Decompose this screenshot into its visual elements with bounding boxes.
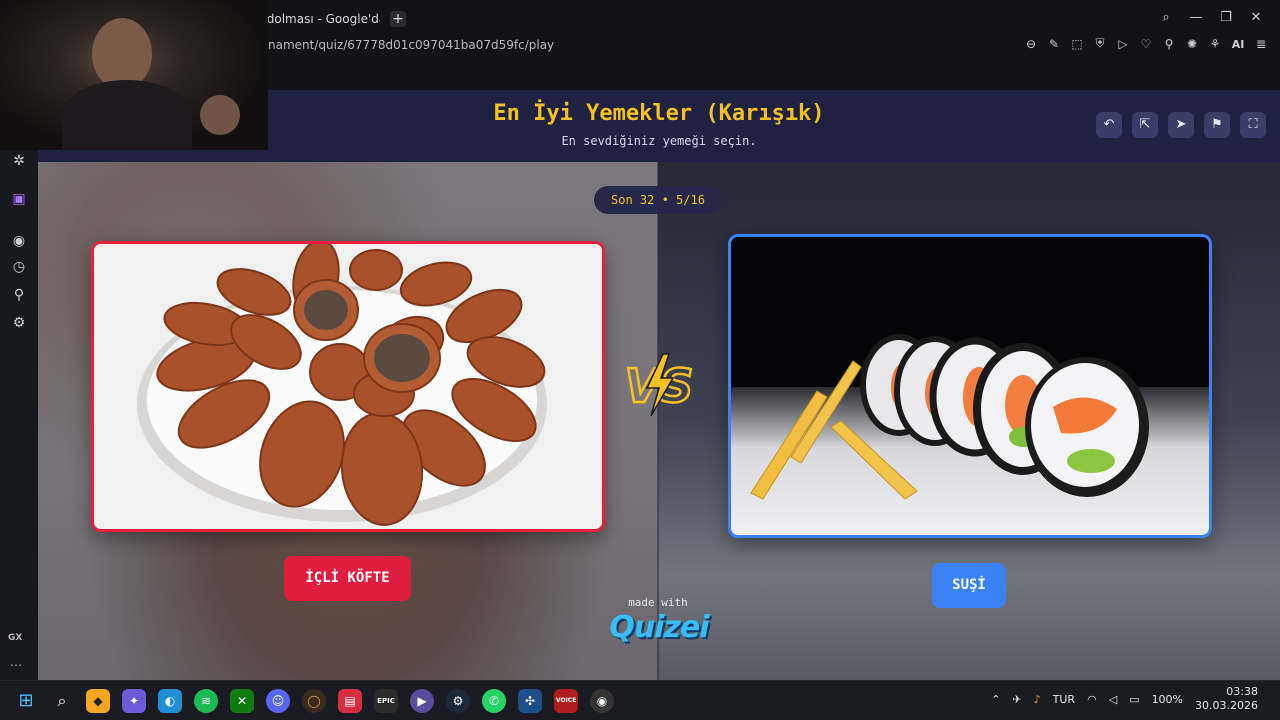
volume-icon[interactable]: ◁ <box>1109 693 1117 706</box>
sidebar-aria-icon[interactable]: ✲ <box>10 152 28 170</box>
os-taskbar: ⊞ ⌕ ◆ ✦ ◐ ≋ ✕ ☺ ◯ ▤ EPIC ▶ ⚙ ✆ ✣ VOICE ◉… <box>0 680 1280 720</box>
right-option-button[interactable]: SUŞİ <box>932 563 1006 608</box>
undo-button[interactable]: ↶ <box>1096 112 1122 138</box>
copilot-icon[interactable]: ✦ <box>122 689 146 713</box>
menu-icon[interactable]: ≣ <box>1254 37 1268 51</box>
language-indicator[interactable]: TUR <box>1053 693 1075 706</box>
fullscreen-button[interactable]: ⛶ <box>1240 112 1266 138</box>
media-player-icon[interactable]: ▶ <box>410 689 434 713</box>
made-with-label: made with <box>628 596 688 609</box>
minimize-icon[interactable]: — <box>1188 10 1204 25</box>
clock-date: 30.03.2026 <box>1195 699 1258 712</box>
obs-icon[interactable]: ◉ <box>590 689 614 713</box>
left-option-card[interactable] <box>91 241 605 532</box>
snapshot-icon[interactable]: ⬚ <box>1070 37 1084 51</box>
share-button[interactable]: ⇱ <box>1132 112 1158 138</box>
search-icon[interactable]: ⌕ <box>1158 10 1174 25</box>
sidebar-history-icon[interactable]: ◷ <box>10 258 28 276</box>
right-option-image <box>750 334 1149 500</box>
app-red-icon[interactable]: ▤ <box>338 689 362 713</box>
discord-icon[interactable]: ☺ <box>266 689 290 713</box>
new-tab-icon[interactable]: + <box>390 11 406 27</box>
sparkle-icon[interactable]: ✺ <box>1185 37 1199 51</box>
brand-logo[interactable]: Quizei <box>606 610 712 645</box>
webcam-overlay <box>0 0 268 150</box>
ai-icon[interactable]: AI <box>1231 37 1245 51</box>
tray-expand-icon[interactable]: ⌃ <box>991 693 1000 706</box>
left-option-image <box>94 244 602 529</box>
send-icon: ➤ <box>1175 117 1187 132</box>
webcam-body <box>62 80 192 150</box>
xbox-icon[interactable]: ✕ <box>230 689 254 713</box>
quiz-stage: Son 32 • 5/16 İÇLİ KÖFTE SUŞİ made with … <box>38 162 1280 680</box>
start-icon[interactable]: ⊞ <box>14 689 38 713</box>
screen: r dolması - Google'da + ⌕ — ❐ ✕ nament/q… <box>0 0 1280 720</box>
heart-icon[interactable]: ♡ <box>1139 37 1153 51</box>
system-tray: ⌃ ✈ ♪ TUR ◠ ◁ ▭ 100% 03:38 30.03.2026 <box>991 685 1258 713</box>
quiz-header-actions: ↶ ⇱ ➤ ⚑ ⛶ <box>1096 112 1266 138</box>
pin-icon[interactable]: ✎ <box>1047 37 1061 51</box>
edge-icon[interactable]: ◐ <box>158 689 182 713</box>
extension-icon[interactable]: ⚘ <box>1208 37 1222 51</box>
brave-icon[interactable]: ◆ <box>86 689 110 713</box>
browser-sidebar: ✲ ▣ ◉ ◷ ⚲ ⚙ GX ⋯ <box>0 90 38 680</box>
tray-app-icon[interactable]: ✈ <box>1012 693 1021 706</box>
sidebar-spotify-icon[interactable]: ◉ <box>10 232 28 250</box>
battery-icon[interactable]: ▭ <box>1129 693 1139 706</box>
microphone-icon[interactable]: ♪ <box>1034 693 1041 706</box>
round-indicator: Son 32 • 5/16 <box>594 186 722 214</box>
epic-games-icon[interactable]: EPIC <box>374 689 398 713</box>
zoom-out-icon[interactable]: ⊖ <box>1024 37 1038 51</box>
bowling-icon[interactable]: ⚲ <box>1162 37 1176 51</box>
share-icon: ⇱ <box>1139 117 1151 132</box>
fullscreen-icon: ⛶ <box>1248 117 1258 132</box>
left-option-button[interactable]: İÇLİ KÖFTE <box>284 556 411 601</box>
sidebar-extension-icon[interactable]: ⚲ <box>10 286 28 304</box>
wifi-icon[interactable]: ◠ <box>1087 693 1097 706</box>
sidebar-more-icon[interactable]: ⋯ <box>10 658 22 672</box>
clock[interactable]: 03:38 30.03.2026 <box>1195 685 1258 713</box>
report-button[interactable]: ⚑ <box>1204 112 1230 138</box>
flag-icon: ⚑ <box>1211 117 1223 132</box>
steam-icon[interactable]: ⚙ <box>446 689 470 713</box>
window-controls: ⌕ — ❐ ✕ <box>1158 10 1264 25</box>
send-button[interactable]: ➤ <box>1168 112 1194 138</box>
undo-icon: ↶ <box>1103 117 1115 132</box>
taskbar-apps: ⊞ ⌕ ◆ ✦ ◐ ≋ ✕ ☺ ◯ ▤ EPIC ▶ ⚙ ✆ ✣ VOICE ◉ <box>14 689 614 713</box>
battery-level: 100% <box>1151 692 1184 706</box>
browser-tab[interactable]: r dolması - Google'da + <box>258 8 406 30</box>
tab-title: r dolması - Google'da <box>258 12 380 26</box>
right-option-card[interactable] <box>728 234 1212 538</box>
sidebar-settings-icon[interactable]: ⚙ <box>10 314 28 332</box>
close-icon[interactable]: ✕ <box>1248 10 1264 25</box>
spotify-icon[interactable]: ≋ <box>194 689 218 713</box>
search-icon[interactable]: ⌕ <box>50 689 74 713</box>
sidebar-gx-label: GX <box>8 633 23 643</box>
address-bar[interactable]: nament/quiz/67778d01c097041ba07d59fc/pla… <box>268 38 554 52</box>
whatsapp-icon[interactable]: ✆ <box>482 689 506 713</box>
play-icon[interactable]: ▷ <box>1116 37 1130 51</box>
maximize-icon[interactable]: ❐ <box>1218 10 1234 25</box>
vs-badge: VS <box>623 353 695 417</box>
opera-gx-icon[interactable]: ◯ <box>302 689 326 713</box>
sidebar-twitch-icon[interactable]: ▣ <box>10 190 28 208</box>
extension-bar: ⊖ ✎ ⬚ ⛨ ▷ ♡ ⚲ ✺ ⚘ AI ≣ <box>1024 36 1268 51</box>
webcam-hand <box>200 95 240 135</box>
network-app-icon[interactable]: ✣ <box>518 689 542 713</box>
voicemeeter-icon[interactable]: VOICE <box>554 689 578 713</box>
ai-label: AI <box>1231 37 1245 51</box>
shield-icon[interactable]: ⛨ <box>1093 36 1107 51</box>
clock-time: 03:38 <box>1226 685 1258 698</box>
